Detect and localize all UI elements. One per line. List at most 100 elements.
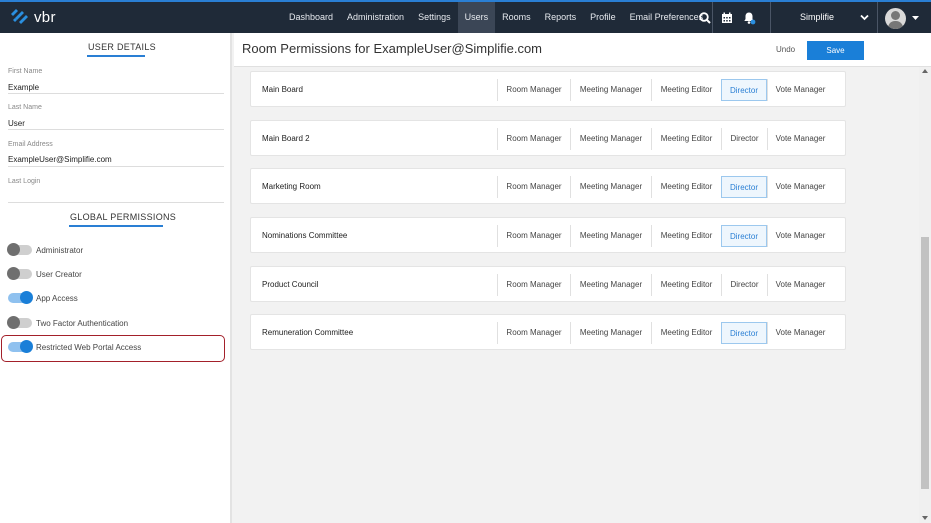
role-options: Room Manager Meeting Manager Meeting Edi… — [497, 128, 833, 150]
save-button[interactable]: Save — [807, 41, 864, 60]
nav-rooms[interactable]: Rooms — [495, 2, 538, 33]
app-access-toggle[interactable] — [8, 291, 33, 304]
last-login-label: Last Login — [8, 178, 41, 185]
nav-reports[interactable]: Reports — [538, 2, 584, 33]
role-meeting-manager[interactable]: Meeting Manager — [570, 128, 651, 150]
role-options: Room Manager Meeting Manager Meeting Edi… — [497, 79, 833, 101]
role-vote-manager[interactable]: Vote Manager — [767, 322, 833, 344]
role-meeting-manager[interactable]: Meeting Manager — [570, 176, 651, 198]
first-name-value: Example — [8, 83, 40, 92]
role-director[interactable]: Director — [721, 176, 767, 198]
role-meeting-editor[interactable]: Meeting Editor — [651, 322, 721, 344]
role-meeting-manager[interactable]: Meeting Manager — [570, 225, 651, 247]
role-meeting-editor[interactable]: Meeting Editor — [651, 79, 721, 101]
role-director[interactable]: Director — [721, 128, 767, 150]
notification-bell-icon[interactable] — [742, 11, 756, 25]
first-name-divider — [8, 93, 224, 94]
permission-administrator: Administrator — [7, 242, 222, 258]
role-vote-manager[interactable]: Vote Manager — [767, 79, 833, 101]
calendar-icon[interactable] — [720, 11, 734, 25]
last-name-divider — [8, 129, 224, 130]
user-details-title: USER DETAILS — [88, 42, 156, 52]
room-name: Marketing Room — [262, 182, 321, 191]
two-factor-label: Two Factor Authentication — [36, 318, 129, 328]
scrollbar-thumb[interactable] — [921, 237, 929, 489]
app-access-label: App Access — [36, 293, 78, 303]
nav-administration[interactable]: Administration — [340, 2, 411, 33]
user-avatar[interactable] — [885, 8, 906, 29]
room-name: Main Board — [262, 85, 303, 94]
room-name: Product Council — [262, 280, 319, 289]
role-meeting-editor[interactable]: Meeting Editor — [651, 274, 721, 296]
nav-users[interactable]: Users — [457, 2, 496, 33]
email-divider — [8, 166, 224, 167]
role-director[interactable]: Director — [721, 79, 767, 101]
room-name: Nominations Committee — [262, 231, 348, 240]
administrator-toggle[interactable] — [7, 243, 32, 256]
role-meeting-manager[interactable]: Meeting Manager — [570, 322, 651, 344]
role-vote-manager[interactable]: Vote Manager — [767, 128, 833, 150]
role-director[interactable]: Director — [721, 225, 767, 247]
caret-down-icon[interactable] — [912, 16, 919, 21]
role-room-manager[interactable]: Room Manager — [497, 322, 570, 344]
room-card-main-board-2: Main Board 2 Room Manager Meeting Manage… — [250, 120, 846, 156]
user-sidebar: USER DETAILS First Name Example Last Nam… — [0, 33, 232, 523]
room-name: Remuneration Committee — [262, 328, 354, 337]
organization-name: Simplifie — [800, 12, 835, 22]
user-creator-toggle[interactable] — [7, 267, 32, 280]
role-meeting-editor[interactable]: Meeting Editor — [651, 176, 721, 198]
role-room-manager[interactable]: Room Manager — [497, 274, 570, 296]
permission-app-access: App Access — [8, 290, 222, 306]
permission-two-factor: Two Factor Authentication — [7, 315, 222, 331]
nav-dashboard[interactable]: Dashboard — [282, 2, 340, 33]
room-card-product-council: Product Council Room Manager Meeting Man… — [250, 266, 846, 302]
restricted-web-portal-toggle[interactable] — [8, 340, 33, 353]
room-permissions-list: Main Board Room Manager Meeting Manager … — [234, 67, 919, 523]
role-room-manager[interactable]: Room Manager — [497, 79, 570, 101]
last-name-value: User — [8, 119, 25, 128]
last-name-label: Last Name — [8, 104, 42, 111]
role-meeting-editor[interactable]: Meeting Editor — [651, 128, 721, 150]
user-creator-label: User Creator — [36, 269, 82, 279]
vertical-scrollbar[interactable] — [919, 67, 931, 523]
global-permissions-underline — [69, 225, 163, 227]
role-options: Room Manager Meeting Manager Meeting Edi… — [497, 322, 833, 344]
role-vote-manager[interactable]: Vote Manager — [767, 225, 833, 247]
email-label: Email Address — [8, 141, 53, 148]
role-room-manager[interactable]: Room Manager — [497, 128, 570, 150]
page-title: Room Permissions for ExampleUser@Simplif… — [242, 41, 542, 56]
room-name: Main Board 2 — [262, 134, 310, 143]
app-logo[interactable]: vbr — [10, 8, 56, 26]
role-director[interactable]: Director — [721, 322, 767, 344]
scroll-down-arrow-icon[interactable] — [922, 516, 928, 520]
role-vote-manager[interactable]: Vote Manager — [767, 274, 833, 296]
user-details-underline — [87, 55, 145, 57]
scroll-up-arrow-icon[interactable] — [922, 69, 928, 73]
nav-settings[interactable]: Settings — [411, 2, 458, 33]
role-meeting-editor[interactable]: Meeting Editor — [651, 225, 721, 247]
chevron-down-icon — [860, 14, 869, 21]
role-meeting-manager[interactable]: Meeting Manager — [570, 79, 651, 101]
main-header: Room Permissions for ExampleUser@Simplif… — [234, 33, 931, 67]
role-meeting-manager[interactable]: Meeting Manager — [570, 274, 651, 296]
search-icon[interactable] — [698, 11, 712, 25]
room-card-main-board: Main Board Room Manager Meeting Manager … — [250, 71, 846, 107]
role-options: Room Manager Meeting Manager Meeting Edi… — [497, 176, 833, 198]
role-room-manager[interactable]: Room Manager — [497, 176, 570, 198]
nav-profile[interactable]: Profile — [583, 2, 623, 33]
role-vote-manager[interactable]: Vote Manager — [767, 176, 833, 198]
permission-restricted-web-portal: Restricted Web Portal Access — [8, 339, 222, 355]
room-card-nominations-committee: Nominations Committee Room Manager Meeti… — [250, 217, 846, 253]
role-options: Room Manager Meeting Manager Meeting Edi… — [497, 225, 833, 247]
main-nav: Dashboard Administration Settings Users … — [282, 2, 714, 33]
undo-button[interactable]: Undo — [776, 45, 795, 54]
last-login-divider — [8, 202, 224, 203]
role-options: Room Manager Meeting Manager Meeting Edi… — [497, 274, 833, 296]
role-director[interactable]: Director — [721, 274, 767, 296]
organization-selector[interactable]: Simplifie — [770, 2, 878, 33]
top-navigation-bar: vbr Dashboard Administration Settings Us… — [0, 0, 931, 33]
nav-divider — [712, 2, 714, 33]
role-room-manager[interactable]: Room Manager — [497, 225, 570, 247]
vbr-logo-icon — [11, 9, 28, 24]
two-factor-toggle[interactable] — [7, 316, 32, 329]
